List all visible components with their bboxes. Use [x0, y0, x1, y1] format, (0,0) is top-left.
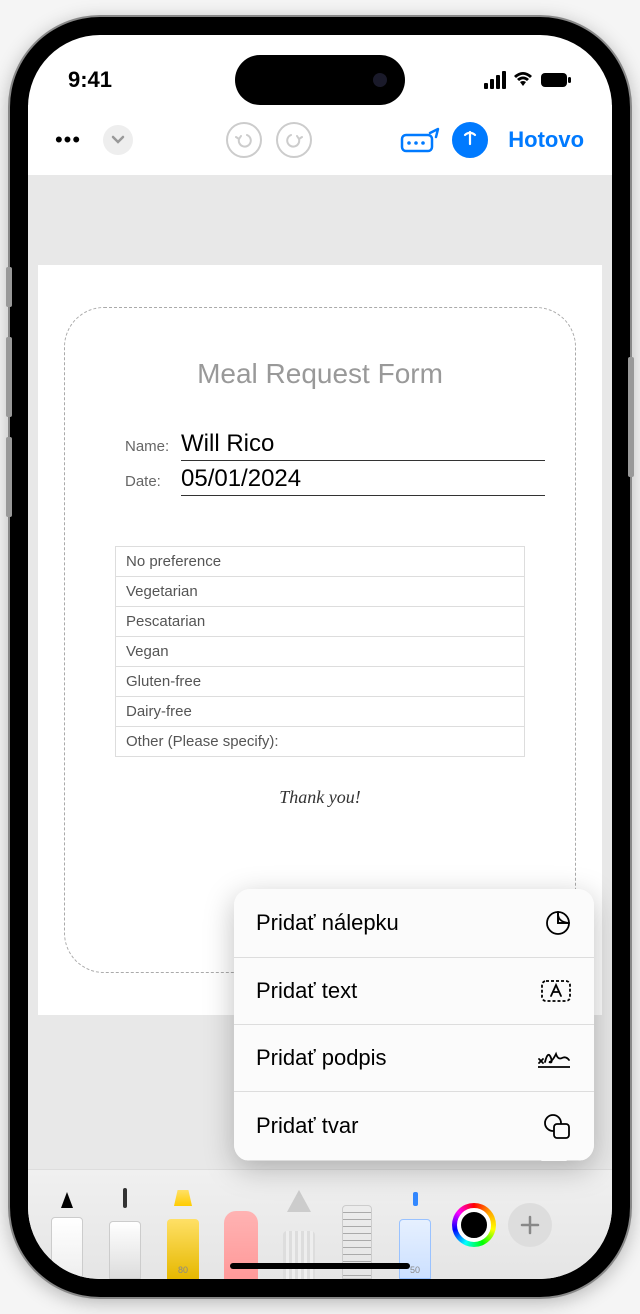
- option-row: Other (Please specify):: [116, 727, 524, 756]
- dynamic-island: [235, 55, 405, 105]
- volume-down-button: [6, 437, 12, 517]
- sticker-icon: [544, 909, 572, 937]
- chevron-down-icon: [103, 125, 133, 155]
- color-picker-button[interactable]: [452, 1203, 496, 1247]
- collapse-button[interactable]: [96, 118, 140, 162]
- options-table: No preference Vegetarian Pescatarian Veg…: [115, 546, 525, 757]
- wifi-icon: [512, 71, 534, 89]
- markup-button[interactable]: [448, 118, 492, 162]
- undo-button[interactable]: [222, 118, 266, 162]
- plus-icon: [519, 1214, 541, 1236]
- date-value: 05/01/2024: [181, 465, 545, 496]
- home-indicator[interactable]: [230, 1263, 410, 1269]
- form-title: Meal Request Form: [95, 358, 545, 390]
- name-field: Name: Will Rico: [95, 430, 545, 461]
- menu-label: Pridať tvar: [256, 1113, 358, 1139]
- done-button[interactable]: Hotovo: [498, 127, 594, 153]
- menu-label: Pridať podpis: [256, 1045, 387, 1071]
- option-row: Gluten-free: [116, 667, 524, 697]
- more-button[interactable]: •••: [46, 118, 90, 162]
- marker-tool[interactable]: [100, 1184, 150, 1279]
- battery-icon: [540, 72, 572, 88]
- form-container: Meal Request Form Name: Will Rico Date: …: [64, 307, 576, 973]
- option-row: Vegan: [116, 637, 524, 667]
- signature-icon: [536, 1046, 572, 1070]
- side-button: [6, 267, 12, 307]
- tool-size-label: 50: [410, 1265, 420, 1275]
- status-time: 9:41: [68, 67, 112, 93]
- status-icons: [484, 71, 572, 89]
- date-label: Date:: [125, 473, 173, 490]
- option-row: No preference: [116, 547, 524, 577]
- redo-icon: [276, 122, 312, 158]
- menu-label: Pridať text: [256, 978, 357, 1004]
- name-label: Name:: [125, 438, 173, 455]
- text-icon: [540, 979, 572, 1003]
- highlighter-tool[interactable]: 80: [158, 1184, 208, 1279]
- option-row: Dairy-free: [116, 697, 524, 727]
- name-value: Will Rico: [181, 430, 545, 461]
- markup-icon: [452, 122, 488, 158]
- shape-icon: [542, 1112, 572, 1140]
- add-menu-popup: Pridať nálepku Pridať text Pridať podpis: [234, 889, 594, 1161]
- menu-add-shape[interactable]: Pridať tvar: [234, 1092, 594, 1161]
- option-row: Vegetarian: [116, 577, 524, 607]
- cellular-icon: [484, 71, 506, 89]
- ellipsis-icon: •••: [55, 127, 81, 153]
- menu-label: Pridať nálepku: [256, 910, 399, 936]
- redo-button[interactable]: [272, 118, 316, 162]
- date-field: Date: 05/01/2024: [95, 465, 545, 496]
- power-button: [628, 357, 634, 477]
- menu-add-sticker[interactable]: Pridať nálepku: [234, 889, 594, 958]
- volume-up-button: [6, 337, 12, 417]
- phone-frame: 9:41 •••: [10, 17, 630, 1297]
- app-toolbar: •••: [28, 105, 612, 175]
- thank-you-text: Thank you!: [95, 787, 545, 808]
- menu-add-text[interactable]: Pridať text: [234, 958, 594, 1025]
- menu-add-signature[interactable]: Pridať podpis: [234, 1025, 594, 1092]
- screen: 9:41 •••: [28, 35, 612, 1279]
- undo-icon: [226, 122, 262, 158]
- autofill-button[interactable]: [398, 118, 442, 162]
- current-color: [457, 1208, 491, 1242]
- option-row: Pescatarian: [116, 607, 524, 637]
- autofill-icon: [400, 127, 440, 153]
- add-button[interactable]: [508, 1203, 552, 1247]
- pen-tool[interactable]: [42, 1184, 92, 1279]
- tool-size-label: 80: [178, 1265, 188, 1275]
